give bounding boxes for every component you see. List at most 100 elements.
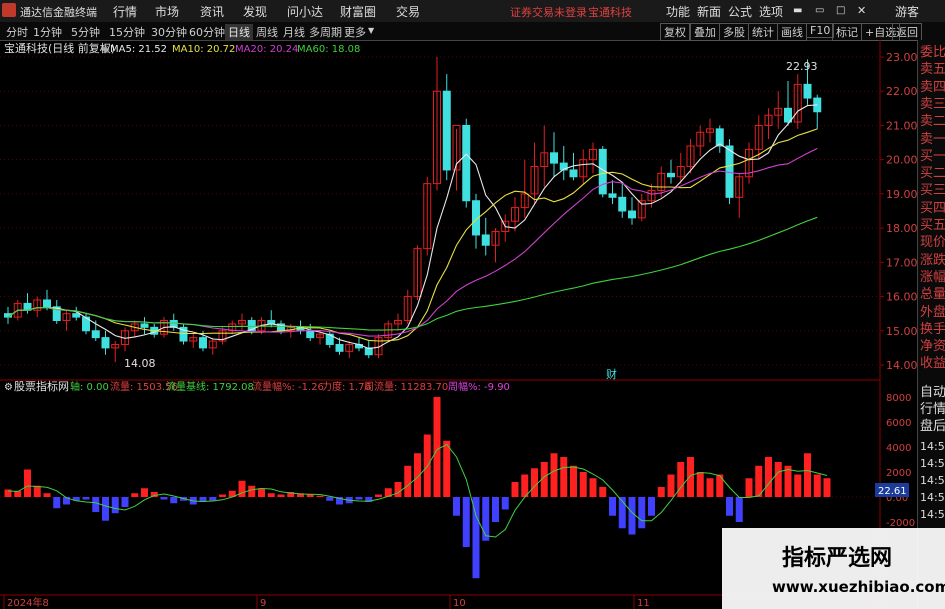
price-tick-label: 23.00 [886, 51, 917, 64]
sub-tick-label: 6000 [886, 418, 911, 429]
panel-mode-label[interactable]: 行情 [920, 403, 945, 416]
candle-body [101, 337, 110, 349]
menu-item-news[interactable]: 资讯 [200, 3, 224, 20]
candle-body [43, 299, 51, 308]
app-name: 通达信金融终端 [20, 6, 97, 19]
flow-bar [531, 468, 538, 497]
flow-bar [794, 474, 802, 497]
window-restore-icon[interactable]: ▭ [815, 5, 824, 16]
flow-bar [560, 457, 568, 497]
period-monthly[interactable]: 月线 [283, 24, 305, 40]
menu-item-new-page[interactable]: 新面 [697, 3, 721, 20]
back-button[interactable]: 返回 [892, 23, 922, 41]
main-legend: 宝通科技(日线 前复权) ◉ MA5: 21.52 MA10: 20.72 MA20:… [4, 41, 360, 55]
period-15min[interactable]: 15分钟 [109, 24, 145, 40]
event-marker[interactable]: 财 [606, 367, 617, 381]
f10-button[interactable]: F10 [806, 23, 835, 38]
draw-button[interactable]: 画线 [777, 23, 807, 41]
flow-bar [102, 497, 109, 521]
candle-body [550, 152, 558, 164]
guest-label[interactable]: 游客 [895, 3, 919, 20]
menu-item-wealth[interactable]: 财富圈 [340, 3, 376, 20]
period-more[interactable]: 更多 [344, 24, 366, 40]
quote-field-label: 卖二 [920, 114, 945, 130]
sub-legend-item: 流量基线: 1792.08 [166, 380, 254, 393]
watermark-title: 指标严选网 [782, 546, 893, 571]
quote-field-label: 卖五 [920, 62, 945, 78]
menu-item-discover[interactable]: 发现 [243, 3, 267, 20]
more-dropdown-icon[interactable]: ▼ [368, 26, 374, 35]
flow-bar [355, 497, 363, 500]
sub-legend-item: 周幅%: -9.90 [448, 380, 510, 393]
flow-bar [33, 485, 41, 497]
window-close-icon[interactable]: ✕ [857, 4, 866, 17]
flow-bar [677, 462, 685, 497]
price-tick-label: 20.00 [886, 154, 917, 167]
period-intraday[interactable]: 分时 [6, 24, 28, 40]
sub-legend: ⚙ 股票指标网 轴: 0.00 流量: 1503.56流量基线: 1792.08流… [4, 379, 510, 393]
menu-item-exchange[interactable]: 市场 [155, 3, 179, 20]
flow-bar [628, 497, 636, 535]
price-tick-label: 15.00 [886, 325, 917, 338]
flow-bar [248, 485, 256, 497]
quote-field-label: 收益 [920, 356, 945, 372]
flow-bar [657, 487, 665, 497]
candle-body [608, 193, 617, 198]
menu-item-formula[interactable]: 公式 [728, 3, 752, 20]
period-toolbar: 分时 1分钟 5分钟 15分钟 30分钟 60分钟 日线 周线 月线 多周期 更… [0, 22, 945, 41]
candle-body [667, 172, 675, 178]
sub-legend-item: 周流量: 11283.70 [364, 380, 448, 393]
sub-tick-label: 4000 [886, 443, 911, 454]
menu-item-xiaoda[interactable]: 问小达 [287, 3, 323, 20]
quote-field-label: 换手 [920, 321, 945, 337]
flow-bar [443, 440, 451, 497]
stats-button[interactable]: 统计 [748, 23, 778, 41]
period-multi[interactable]: 多周期 [309, 24, 342, 40]
sub-tick-label: 2000 [886, 468, 911, 479]
flow-bar [326, 497, 334, 501]
period-5min[interactable]: 5分钟 [71, 24, 100, 40]
menu-item-trade[interactable]: 交易 [396, 3, 420, 20]
indicator-gear-icon[interactable]: ⚙ [4, 382, 13, 393]
flow-bar [716, 474, 724, 497]
flow-bar [638, 497, 646, 529]
adjust-button[interactable]: 复权 [660, 23, 690, 41]
quote-field-label: 买五 [920, 218, 945, 233]
price-tick-label: 22.00 [886, 85, 917, 98]
quote-field-label: 委比 [920, 45, 945, 60]
chart-canvas[interactable]: 宝通科技(日线 前复权) ◉ MA5: 21.52 MA10: 20.72 MA20:… [0, 40, 917, 609]
tick-time: 14:50 [920, 508, 945, 521]
indicator-name[interactable]: 股票指标网 [14, 379, 69, 393]
sub-legend-item: 轴: 0.00 [70, 380, 109, 393]
price-tick-label: 17.00 [886, 256, 917, 269]
period-daily[interactable]: 日线 [225, 24, 253, 40]
window-minimize-icon[interactable]: ▬ [793, 5, 802, 16]
sub-legend-item: 流量幅%: -1.26 [252, 380, 324, 393]
period-60min[interactable]: 60分钟 [189, 24, 225, 40]
overlay-button[interactable]: 叠加 [690, 23, 720, 41]
period-30min[interactable]: 30分钟 [151, 24, 187, 40]
candle-body [569, 169, 578, 178]
current-stock-notice: 宝通科技 [588, 6, 632, 19]
ma-legend-item: MA5: 21.52 [110, 44, 167, 55]
date-tick-label: 10 [453, 598, 466, 609]
flow-bar [24, 469, 31, 497]
menu-item-market[interactable]: 行情 [113, 3, 137, 20]
login-notice[interactable]: 证券交易未登录 [510, 4, 587, 20]
mark-button[interactable]: 标记 [832, 23, 862, 41]
window-maximize-icon[interactable]: □ [836, 5, 845, 16]
ma-settings-icon[interactable]: ◉ [101, 44, 110, 55]
flow-bar [53, 497, 61, 509]
menu-item-function[interactable]: 功能 [666, 3, 690, 20]
flow-bar [472, 497, 480, 579]
panel-mode-label[interactable]: 自动 [920, 386, 945, 399]
flow-bar [394, 482, 402, 497]
period-1min[interactable]: 1分钟 [33, 24, 62, 40]
period-weekly[interactable]: 周线 [256, 24, 278, 40]
quote-field-label: 卖一 [920, 131, 945, 147]
multi-stock-button[interactable]: 多股 [719, 23, 749, 41]
flow-bar [141, 488, 148, 497]
flow-bar [316, 495, 324, 497]
panel-mode-label[interactable]: 盘后 [920, 420, 945, 433]
menu-item-options[interactable]: 选项 [759, 3, 783, 20]
